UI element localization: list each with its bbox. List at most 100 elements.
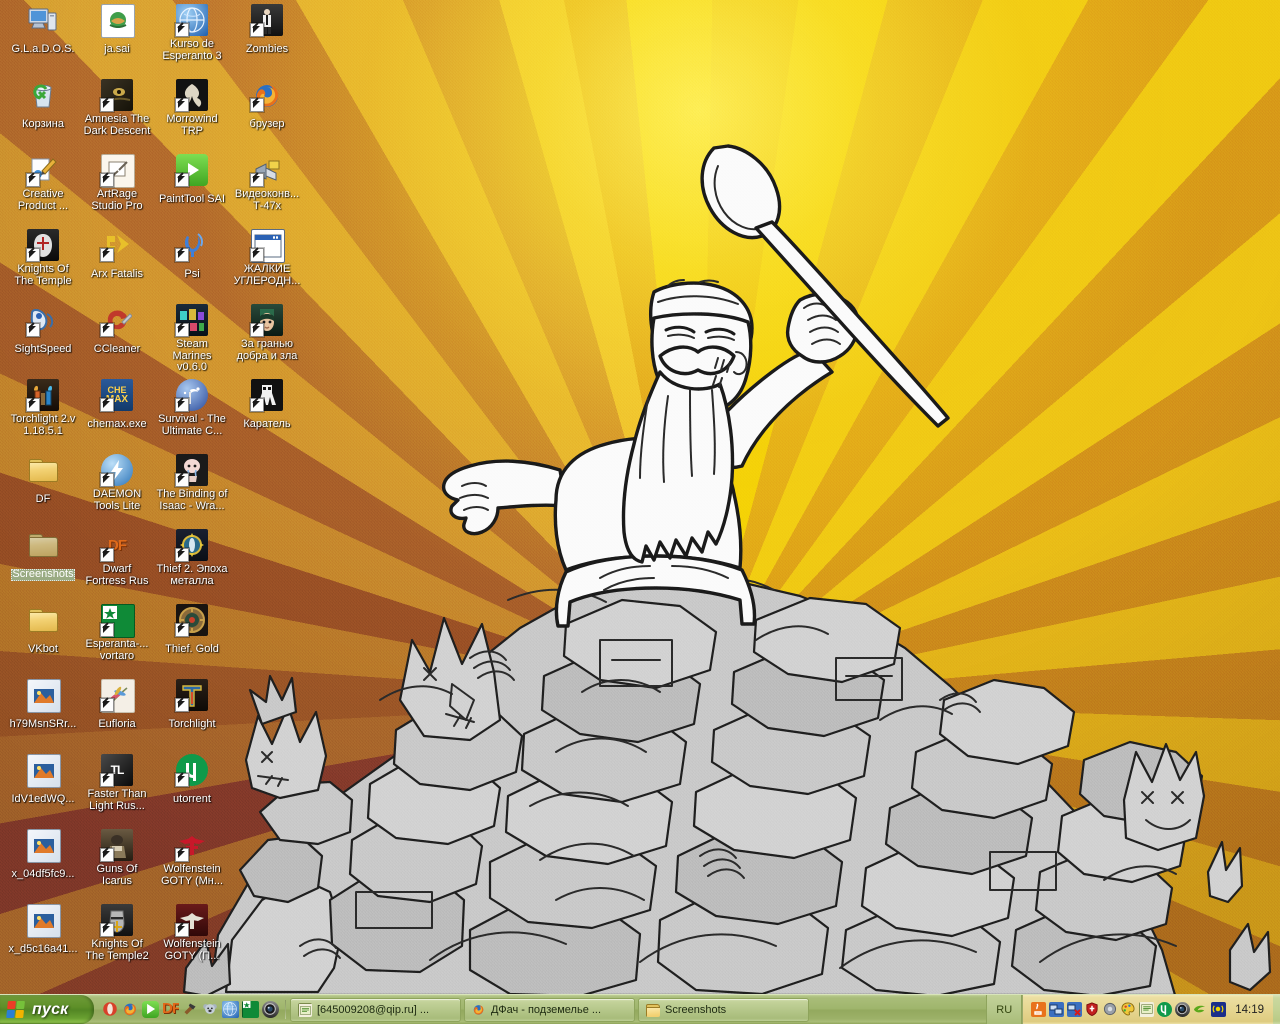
- desktop-icon-torchlight-2-v-1-18-5-1[interactable]: Torchlight 2.v 1.18.5.1: [6, 379, 80, 439]
- desktop-icon-painttool-sai[interactable]: PaintTool SAI: [155, 154, 229, 207]
- shortcut-arrow-icon: [175, 22, 189, 37]
- tray-qip-icon[interactable]: [1139, 1002, 1155, 1017]
- image-file-icon: [27, 754, 61, 788]
- quick-launch-kurso-globe-icon[interactable]: [222, 1001, 239, 1018]
- taskbar-button-3[interactable]: Screenshots: [638, 997, 809, 1022]
- shortcut-arrow-icon: [100, 97, 114, 112]
- desktop-icon-guns-of-icarus[interactable]: Guns Of Icarus: [80, 829, 154, 889]
- beyond-good-evil-icon: [250, 304, 283, 337]
- desktop-icon-the-binding-of-isaac-wra[interactable]: The Binding of Isaac - Wra...: [155, 454, 229, 514]
- image-file-icon: [27, 829, 61, 863]
- desktop-icon-vkbot[interactable]: VKbot: [6, 604, 80, 657]
- firefox-icon: [472, 1003, 486, 1017]
- desktop-icon-utorrent[interactable]: utorrent: [155, 754, 229, 807]
- quick-launch-koala-icon[interactable]: [202, 1001, 219, 1018]
- shortcut-arrow-icon: [26, 397, 40, 412]
- desktop-icon-thief-2-эпоха-металла[interactable]: Thief 2. Эпоха металла: [155, 529, 229, 589]
- guns-icarus-icon: [100, 829, 133, 862]
- start-button[interactable]: пуск: [0, 995, 94, 1024]
- taskbar-button-1[interactable]: [645009208@qip.ru] ...: [290, 997, 461, 1022]
- desktop-icon-wolfenstein-goty-мн[interactable]: Wolfenstein GOTY (Мн...: [155, 829, 229, 889]
- tray-volume-icon[interactable]: [1103, 1002, 1118, 1017]
- desktop-icon-label: Esperanta-... vortaro: [85, 638, 149, 662]
- zombies-icon: [250, 4, 283, 37]
- desktop-icon-amnesia-the-dark-descent[interactable]: Amnesia The Dark Descent: [80, 79, 154, 139]
- binding-isaac-icon: [175, 454, 208, 487]
- torchlight2-icon: [26, 379, 59, 412]
- desktop-icon-esperanta-vortaro[interactable]: Esperanta-... vortaro: [80, 604, 154, 664]
- desktop-icon-arx-fatalis[interactable]: Arx Fatalis: [80, 229, 154, 282]
- desktop-icon-zombies[interactable]: Zombies: [230, 4, 304, 57]
- desktop-icon-df[interactable]: DF: [6, 454, 80, 507]
- daemon-tools-icon: [100, 454, 133, 487]
- desktop-icon-survival-the-ultimate-c[interactable]: Survival - The Ultimate C...: [155, 379, 229, 439]
- quick-launch-esperanto-flag-icon[interactable]: [242, 1001, 259, 1018]
- desktop-icon-ccleaner[interactable]: CCleaner: [80, 304, 154, 357]
- desktop-icon-knights-of-the-temple2[interactable]: Knights Of The Temple2: [80, 904, 154, 964]
- desktop-icon-daemon-tools-lite[interactable]: DAEMON Tools Lite: [80, 454, 154, 514]
- shortcut-arrow-icon: [26, 247, 40, 262]
- tray-nvidia-icon[interactable]: [1193, 1002, 1208, 1017]
- eufloria-icon: [100, 679, 135, 713]
- desktop-icon-thief-gold[interactable]: Thief. Gold: [155, 604, 229, 657]
- desktop-icon-psi[interactable]: Psi: [155, 229, 229, 282]
- desktop-icon-creative-product[interactable]: Creative Product ...: [6, 154, 80, 214]
- tray-utorrent-icon[interactable]: [1157, 1002, 1173, 1017]
- shortcut-arrow-icon: [250, 397, 264, 412]
- shortcut-arrow-icon: [250, 97, 264, 112]
- desktop-icon-chemax-exe[interactable]: CHE MAX chemax.exe: [80, 379, 154, 432]
- desktop-icon-eufloria[interactable]: Eufloria: [80, 679, 154, 732]
- desktop-icon-g-l-a-d-o-s[interactable]: G.L.a.D.O.S.: [6, 4, 80, 57]
- amnesia-icon: [100, 79, 133, 112]
- arx-fatalis-icon: [100, 229, 133, 262]
- desktop-icon-ja-sai[interactable]: ja.sai: [80, 4, 154, 57]
- desktop-icon-x-d5c16a41[interactable]: x_d5c16a41...: [6, 904, 80, 957]
- desktop-icon-torchlight[interactable]: Torchlight: [155, 679, 229, 732]
- desktop-icon-idv1edwq[interactable]: IdV1edWQ...: [6, 754, 80, 807]
- desktop-icon-artrage-studio-pro[interactable]: ArtRage Studio Pro: [80, 154, 154, 214]
- desktop-icon-morrowind-trp[interactable]: Morrowind TRP: [155, 79, 229, 139]
- tray-palette-icon[interactable]: [1121, 1002, 1136, 1017]
- quick-launch-painttool-sai-icon[interactable]: [142, 1001, 159, 1018]
- tray-network-disconnected-icon[interactable]: [1067, 1002, 1083, 1017]
- desktop-icon-faster-than-light-rus[interactable]: TL Faster Than Light Rus...: [80, 754, 154, 814]
- desktop-icon-корзина[interactable]: Корзина: [6, 79, 80, 132]
- quick-launch-hammer-icon[interactable]: [182, 1001, 199, 1018]
- tray-java-icon[interactable]: [1031, 1002, 1047, 1017]
- desktop-icon-kurso-de-esperanto-3[interactable]: Kurso de Esperanto 3: [155, 4, 229, 64]
- tray-wireless-icon[interactable]: [1211, 1002, 1227, 1017]
- start-button-label: пуск: [32, 1000, 69, 1018]
- desktop-icon-label: chemax.exe: [87, 418, 147, 430]
- desktop-icon-label: Psi: [184, 268, 200, 280]
- quick-launch-dwarf-fortress-icon[interactable]: DF: [162, 1001, 179, 1018]
- desktop-icon-label: Knights Of The Temple2: [85, 938, 149, 962]
- tray-camera-icon[interactable]: [1175, 1002, 1191, 1017]
- desktop-icon-knights-of-the-temple[interactable]: Knights Of The Temple: [6, 229, 80, 289]
- desktop-icon-видеоконв-т-47х[interactable]: Видеоконв... Т-47х: [230, 154, 304, 214]
- taskbar-button-2[interactable]: ДФач - подземелье ...: [464, 997, 635, 1022]
- desktop-icon-брузер[interactable]: брузер: [230, 79, 304, 132]
- desktop-icon-wolfenstein-goty-п[interactable]: Wolfenstein GOTY (П...: [155, 904, 229, 964]
- desktop-icon-sightspeed[interactable]: SightSpeed: [6, 304, 80, 357]
- desktop-icon-screenshots[interactable]: Screenshots: [6, 529, 80, 582]
- quick-launch-camera-icon[interactable]: [262, 1001, 279, 1018]
- desktop-icon-h79msnsrr[interactable]: h79MsnSRr...: [6, 679, 80, 732]
- desktop-icon-каратель[interactable]: Каратель: [230, 379, 304, 432]
- desktop-icon-за-гранью-добра-и-зла[interactable]: За гранью добра и зла: [230, 304, 304, 364]
- desktop-icon-x-04df5fc9[interactable]: x_04df5fc9...: [6, 829, 80, 882]
- shortcut-arrow-icon: [26, 172, 40, 187]
- desktop-icon-label: Корзина: [22, 118, 64, 130]
- taskbar-clock[interactable]: 14:19: [1229, 1004, 1266, 1016]
- taskbar-button-label: ДФач - подземелье ...: [491, 1003, 602, 1016]
- desktop-icon-жалкие-углеродн[interactable]: ЖАЛКИЕ УГЛЕРОДН...: [230, 229, 304, 289]
- tray-network-icon[interactable]: [1049, 1002, 1065, 1017]
- quick-launch-opera-icon[interactable]: [102, 1001, 119, 1018]
- desktop-icon-steam-marines-v0-6-0[interactable]: Steam Marines v0.6.0: [155, 304, 229, 375]
- language-indicator[interactable]: RU: [986, 995, 1023, 1024]
- video-converter-icon: [250, 154, 283, 187]
- tray-security-shield-icon[interactable]: [1085, 1002, 1100, 1017]
- window-app-icon: [250, 229, 285, 263]
- shortcut-arrow-icon: [175, 97, 189, 112]
- quick-launch-firefox-icon[interactable]: [122, 1001, 139, 1018]
- desktop-icon-dwarf-fortress-rus[interactable]: DF Dwarf Fortress Rus: [80, 529, 154, 589]
